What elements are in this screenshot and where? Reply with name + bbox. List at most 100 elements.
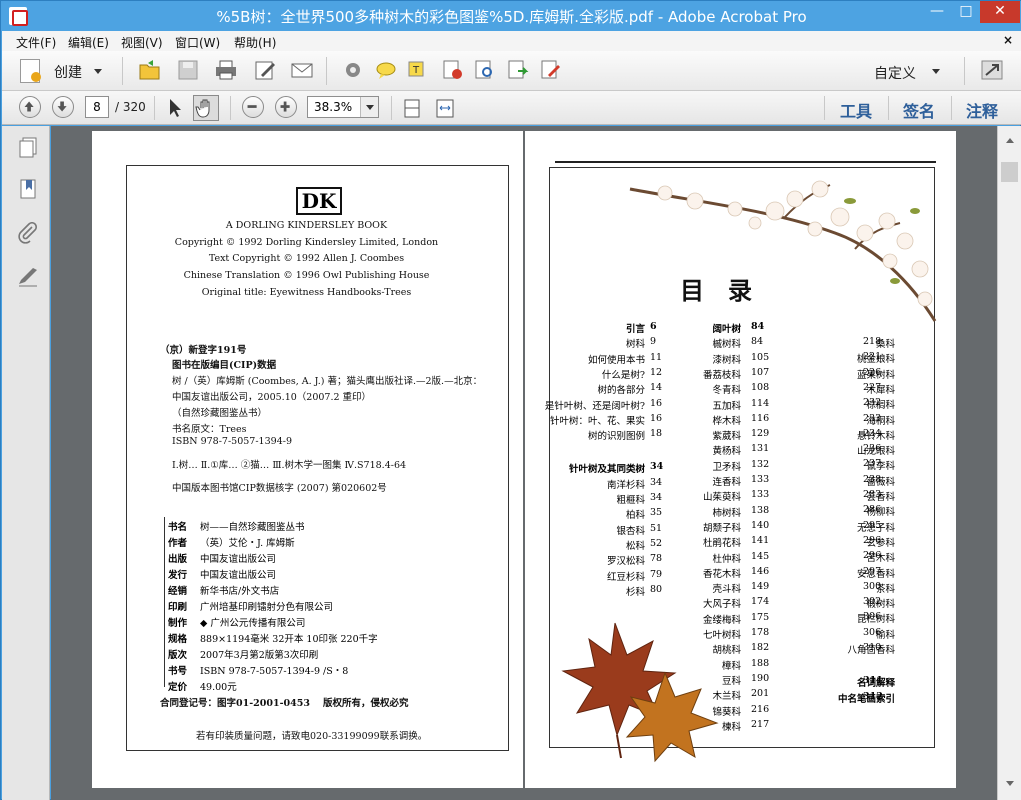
scroll-down-icon[interactable] xyxy=(1006,781,1014,786)
toc-entry-page: 234 xyxy=(863,427,882,439)
cip-line: 图书在版编目(CIP)数据 xyxy=(172,360,277,371)
zoom-in-button[interactable] xyxy=(275,96,297,118)
menu-edit[interactable]: 编辑(E) xyxy=(68,34,109,51)
document-close-icon[interactable]: × xyxy=(1003,33,1013,47)
toc-entry-page: 216 xyxy=(751,703,770,715)
export-icon[interactable] xyxy=(506,59,530,81)
zoom-out-button[interactable] xyxy=(242,96,264,118)
toc-entry-page: 306 xyxy=(863,611,882,623)
search-icon[interactable] xyxy=(473,59,497,81)
toc-entry-name: 紫葳科 xyxy=(712,431,741,443)
highlight-icon[interactable]: T xyxy=(406,59,430,81)
minimize-button[interactable]: — xyxy=(923,1,951,23)
toolbar-divider xyxy=(824,96,825,120)
cip-line: Ⅰ.树… Ⅱ.①库… ②猫… Ⅲ.树木学一图集 Ⅳ.S718.4-64 xyxy=(172,460,407,471)
hand-tool-button[interactable] xyxy=(193,95,219,121)
form-icon[interactable] xyxy=(539,59,563,81)
page-total: / 320 xyxy=(115,100,146,114)
comment-panel-link[interactable]: 注释 xyxy=(966,98,998,122)
toc-entry-name: 山茱萸科 xyxy=(702,492,741,504)
toc-entry-name: 松科 xyxy=(625,540,645,552)
toc-entry-name: 桦木科 xyxy=(712,415,741,427)
cip-line: 树 /（英）库姆斯 (Coombes, A. J.) 著；猫头鹰出版社译.—2版… xyxy=(172,376,483,387)
toc-entry-page: 14 xyxy=(650,382,663,394)
open-icon[interactable] xyxy=(138,59,162,81)
menu-window[interactable]: 窗口(W) xyxy=(175,34,220,51)
pdf-page-right: 目录 引言 6 树科 9 如何使用本书 11 什么是树? 12 树的各部分 14 是针叶树、还是阔叶… xyxy=(525,131,956,788)
toc-entry-name: 针叶树：叶、花、果实 xyxy=(549,415,645,427)
signatures-icon[interactable] xyxy=(17,266,39,288)
toc-entry-page: 9 xyxy=(650,336,657,348)
chevron-down-icon[interactable] xyxy=(360,97,378,117)
title-bar[interactable]: %5B树：全世界500多种树木的彩色图鉴%5D.库姆斯.全彩版.pdf - Ad… xyxy=(1,1,1021,31)
attachments-icon[interactable] xyxy=(17,222,39,244)
page-number-input[interactable]: 8 xyxy=(85,96,109,118)
create-doc-icon xyxy=(20,59,41,83)
toc-entry-page: 238 xyxy=(863,473,882,485)
maximize-button[interactable]: □ xyxy=(952,1,980,23)
toc-entry-name: 什么是树? xyxy=(601,369,645,381)
page-thumbnails-icon[interactable] xyxy=(17,136,39,158)
select-cursor-icon[interactable] xyxy=(163,97,187,119)
toc-entry-page: 236 xyxy=(863,443,882,455)
comment-icon[interactable] xyxy=(374,59,398,81)
edit-icon[interactable] xyxy=(253,59,277,81)
scroll-thumb[interactable] xyxy=(1001,162,1018,182)
menu-file[interactable]: 文件(F) xyxy=(16,34,56,51)
menu-help[interactable]: 帮助(H) xyxy=(234,34,276,51)
toc-entry-page: 80 xyxy=(650,583,663,595)
toc-entry-name: 槭树科 xyxy=(712,339,741,351)
toc-entry-name: 大风子科 xyxy=(702,599,741,611)
copyright-line: Original title: Eyewitness Handbooks-Tre… xyxy=(201,287,412,298)
toc-entry-name: 胡颓子科 xyxy=(702,522,741,534)
chevron-down-icon[interactable] xyxy=(932,69,940,74)
toc-entry-name: 番荔枝科 xyxy=(702,369,741,381)
document-view[interactable]: DK A DORLING KINDERSLEY BOOK Copyright ©… xyxy=(51,126,997,800)
vertical-scrollbar[interactable] xyxy=(997,126,1021,800)
toc-entry-page: 221 xyxy=(863,351,882,363)
copyright-line: Chinese Translation © 1996 Owl Publishin… xyxy=(183,270,430,281)
cip-line: 中国版本图书馆CIP数据核字 (2007) 第020602号 xyxy=(172,483,387,494)
toc-entry-page: 296 xyxy=(863,534,882,546)
toc-entry-page: 35 xyxy=(650,507,663,519)
toc-entry-page: 16 xyxy=(650,412,663,424)
acrobat-window: %5B树：全世界500多种树木的彩色图鉴%5D.库姆斯.全彩版.pdf - Ad… xyxy=(0,0,1021,800)
toc-entry-name: 杉科 xyxy=(625,586,645,598)
settings-icon[interactable] xyxy=(341,59,365,81)
menu-view[interactable]: 视图(V) xyxy=(121,34,163,51)
toc-entry-name: 金缕梅科 xyxy=(702,614,741,626)
toc-entry-page: 233 xyxy=(863,412,882,424)
save-icon[interactable] xyxy=(176,59,200,81)
toc-entry-page: 12 xyxy=(650,366,663,378)
arrow-up-icon xyxy=(24,101,34,112)
toc-entry-page: 51 xyxy=(650,522,663,534)
zoom-level-select[interactable]: 38.3% xyxy=(307,96,379,118)
next-page-button[interactable] xyxy=(52,96,74,118)
toc-entry-page: 6 xyxy=(650,321,657,332)
customize-dropdown[interactable]: 自定义 xyxy=(874,63,916,83)
tools-panel-link[interactable]: 工具 xyxy=(840,98,872,122)
fit-width-icon[interactable] xyxy=(433,97,457,119)
fullscreen-icon[interactable] xyxy=(980,59,1004,81)
toc-entry-page: 232 xyxy=(863,397,882,409)
toc-entry-page: 311 xyxy=(863,675,883,687)
toc-entry-name: 如何使用本书 xyxy=(587,354,645,366)
fit-page-icon[interactable] xyxy=(400,97,424,119)
bookmarks-icon[interactable] xyxy=(17,178,39,200)
plus-icon xyxy=(280,101,290,112)
sign-panel-link[interactable]: 签名 xyxy=(903,98,935,122)
cip-line: （自然珍藏图鉴丛书） xyxy=(172,408,268,419)
window-title: %5B树：全世界500多种树木的彩色图鉴%5D.库姆斯.全彩版.pdf - Ad… xyxy=(216,8,807,26)
toc-entry-name: 引言 xyxy=(625,324,645,335)
toc-entry-page: 34 xyxy=(650,492,663,503)
remove-icon[interactable] xyxy=(441,59,465,81)
scroll-up-icon[interactable] xyxy=(1006,138,1014,143)
email-icon[interactable] xyxy=(290,59,314,81)
close-button[interactable]: ✕ xyxy=(980,1,1020,23)
previous-page-button[interactable] xyxy=(19,96,41,118)
main-toolbar: 创建 T 自定义 xyxy=(2,51,1021,91)
copyright-line: Text Copyright © 1992 Allen J. Coombes xyxy=(208,253,405,264)
pdf-page-left: DK A DORLING KINDERSLEY BOOK Copyright ©… xyxy=(92,131,523,788)
toc-entry-page: 283 xyxy=(863,489,882,500)
print-icon[interactable] xyxy=(214,59,238,81)
